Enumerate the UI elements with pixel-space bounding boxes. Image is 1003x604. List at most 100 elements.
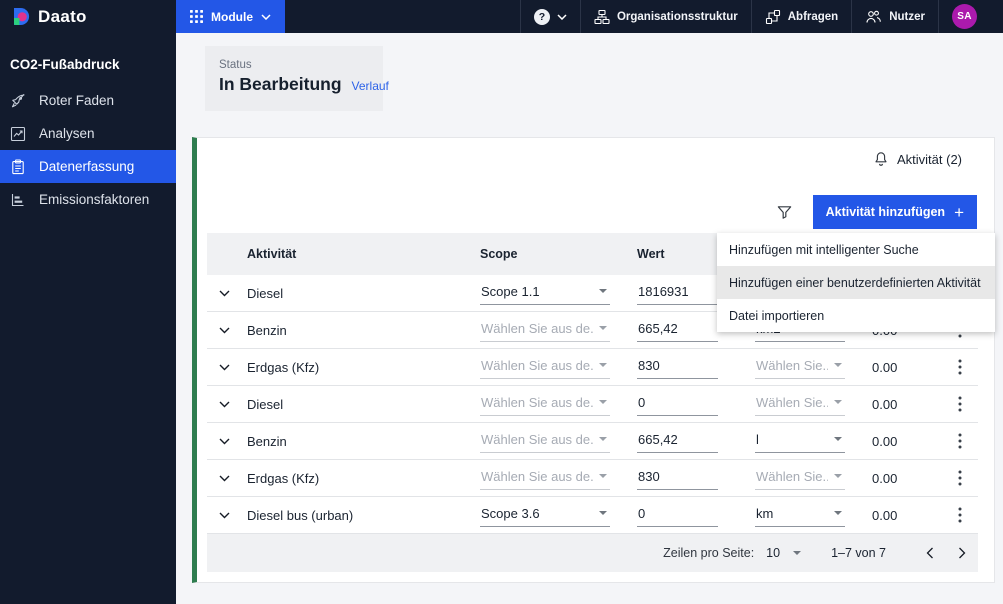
rows-per-page-select[interactable]: 10: [766, 546, 802, 560]
scope-select-value: Wählen Sie aus de...: [481, 357, 593, 373]
scope-select-value: Wählen Sie aus de...: [481, 431, 593, 447]
chevron-down-icon: [599, 326, 607, 330]
org-structure-icon: [594, 9, 610, 25]
einheit-select[interactable]: Wählen Sie...: [755, 356, 845, 379]
scope-select-value: Scope 3.6: [481, 505, 540, 521]
sidebar-title: CO2-Fußabdruck: [10, 57, 120, 72]
scope-select[interactable]: Wählen Sie aus de...: [480, 393, 610, 416]
header-aktivitaet: Aktivität: [247, 247, 297, 261]
daato-logo-icon: [12, 7, 31, 26]
menu-item-label: Datei importieren: [729, 308, 825, 323]
scope-select[interactable]: Scope 1.1: [480, 282, 610, 305]
nav-item-abfragen[interactable]: Abfragen: [750, 0, 851, 33]
expand-row-button[interactable]: [216, 287, 233, 300]
expand-row-button[interactable]: [216, 324, 233, 337]
scope-select[interactable]: Wählen Sie aus de...: [480, 430, 610, 453]
kebab-icon: [958, 470, 962, 486]
nav-item-nutzer[interactable]: Nutzer: [851, 0, 938, 33]
einheit-select[interactable]: Wählen Sie...: [755, 467, 845, 490]
menu-item[interactable]: Hinzufügen einer benutzerdefinierten Akt…: [717, 266, 995, 299]
avatar[interactable]: SA: [952, 4, 977, 29]
activity-name: Benzin: [247, 322, 287, 338]
expand-row-button[interactable]: [216, 361, 233, 374]
einheit-select[interactable]: km: [755, 504, 845, 527]
co2-value: 0.00: [872, 396, 898, 412]
chevron-right-icon: [958, 547, 966, 559]
prev-page-button[interactable]: [914, 534, 946, 572]
sidebar-item-analysen[interactable]: Analysen: [0, 117, 176, 150]
scope-select-value: Wählen Sie aus de...: [481, 320, 593, 336]
status-box: Status In Bearbeitung Verlauf: [205, 46, 389, 111]
einheit-select-value: Wählen Sie...: [756, 357, 828, 373]
nav-label: Abfragen: [787, 10, 839, 23]
activity-name: Diesel: [247, 285, 284, 301]
row-actions-menu[interactable]: [952, 504, 968, 526]
expand-row-button[interactable]: [216, 472, 233, 485]
wert-input[interactable]: 665,42: [637, 319, 718, 342]
wert-input[interactable]: 0: [637, 393, 718, 416]
row-actions-menu[interactable]: [952, 356, 968, 378]
einheit-select-value: Wählen Sie...: [756, 468, 828, 484]
clipboard-icon: [10, 158, 26, 175]
wert-input[interactable]: 830: [637, 467, 718, 490]
sidebar: CO2-Fußabdruck Roter Faden Analysen Date…: [0, 33, 176, 604]
menu-item[interactable]: Hinzufügen mit intelligenter Suche: [717, 233, 995, 266]
sidebar-item-roter-faden[interactable]: Roter Faden: [0, 84, 176, 117]
expand-row-button[interactable]: [216, 398, 233, 411]
expand-row-button[interactable]: [216, 435, 233, 448]
help-icon: ?: [533, 8, 550, 25]
expand-row-button[interactable]: [216, 509, 233, 522]
scope-select-value: Wählen Sie aus de...: [481, 468, 593, 484]
user-menu[interactable]: SA: [938, 0, 990, 33]
scope-select[interactable]: Scope 3.6: [480, 504, 610, 527]
row-actions-menu[interactable]: [952, 467, 968, 489]
verlauf-link[interactable]: Verlauf: [352, 79, 389, 93]
nav-item-organisationsstruktur[interactable]: Organisationsstruktur: [579, 0, 751, 33]
next-page-button[interactable]: [946, 534, 978, 572]
nav-label: Organisationsstruktur: [616, 10, 738, 23]
rows-per-page-label: Zeilen pro Seite:: [663, 546, 755, 560]
filter-button[interactable]: [774, 202, 795, 223]
status-label: Status: [219, 59, 252, 71]
chevron-down-icon: [219, 475, 230, 482]
wert-input[interactable]: 0: [637, 504, 718, 527]
grid-icon: [190, 10, 203, 23]
scope-select[interactable]: Wählen Sie aus de...: [480, 356, 610, 379]
plus-icon: +: [954, 202, 964, 222]
chevron-left-icon: [926, 547, 934, 559]
status-value: In Bearbeitung: [219, 74, 342, 94]
scope-select[interactable]: Wählen Sie aus de...: [480, 467, 610, 490]
activity-notification[interactable]: Aktivität (2): [873, 151, 962, 167]
module-label: Module: [211, 9, 253, 24]
chevron-down-icon: [599, 400, 607, 404]
module-button[interactable]: Module: [176, 0, 285, 33]
sidebar-item-datenerfassung[interactable]: Datenerfassung: [0, 150, 176, 183]
wert-input[interactable]: 830: [637, 356, 718, 379]
add-activity-button[interactable]: Aktivität hinzufügen +: [812, 195, 977, 229]
sidebar-item-emissionsfaktoren[interactable]: Emissionsfaktoren: [0, 183, 176, 216]
co2-value: 0.00: [872, 507, 898, 523]
table-row: Erdgas (Kfz) Wählen Sie aus de... 830 Wä…: [207, 349, 978, 386]
einheit-select[interactable]: l: [755, 430, 845, 453]
einheit-select[interactable]: Wählen Sie...: [755, 393, 845, 416]
wert-input[interactable]: 665,42: [637, 430, 718, 453]
help-menu[interactable]: ?: [519, 0, 580, 33]
filter-icon: [776, 204, 793, 221]
row-actions-menu[interactable]: [952, 430, 968, 452]
einheit-select-value: l: [756, 431, 759, 447]
sidebar-item-label: Emissionsfaktoren: [39, 192, 150, 207]
chevron-down-icon: [219, 401, 230, 408]
activity-name: Erdgas (Kfz): [247, 470, 320, 486]
notification-label: Aktivität (2): [896, 151, 962, 167]
menu-item[interactable]: Datei importieren: [717, 299, 995, 332]
wert-input[interactable]: 1816931: [637, 282, 718, 305]
rows-per-page-value: 10: [766, 546, 781, 560]
chevron-down-icon: [834, 511, 842, 515]
table-row: Benzin Wählen Sie aus de... 665,42 l 0.0…: [207, 423, 978, 460]
bar-chart-icon: [10, 192, 26, 208]
table-row: Erdgas (Kfz) Wählen Sie aus de... 830 Wä…: [207, 460, 978, 497]
scope-select[interactable]: Wählen Sie aus de...: [480, 319, 610, 342]
row-actions-menu[interactable]: [952, 393, 968, 415]
table-row: Diesel bus (urban) Scope 3.6 0 km 0.00: [207, 497, 978, 534]
chevron-down-icon: [557, 13, 567, 20]
